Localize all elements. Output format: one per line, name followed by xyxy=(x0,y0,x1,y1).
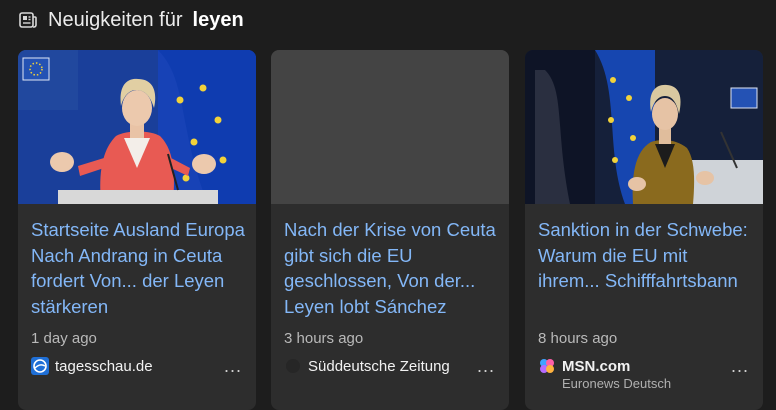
sueddeutsche-logo-icon xyxy=(286,359,300,373)
news-age: 8 hours ago xyxy=(538,330,618,347)
tagesschau-logo-icon xyxy=(31,357,49,375)
news-thumbnail-placeholder[interactable] xyxy=(271,50,509,204)
news-source[interactable]: Süddeutsche Zeitung xyxy=(284,355,450,377)
news-card[interactable]: Nach der Krise von Ceuta gibt sich die E… xyxy=(271,50,509,410)
news-section-header: Neuigkeiten für leyen xyxy=(18,8,244,32)
news-card[interactable]: Startseite Ausland Europa Nach Andrang i… xyxy=(18,50,256,410)
more-options-button[interactable]: ... xyxy=(477,356,495,377)
news-title-link[interactable]: Nach der Krise von Ceuta gibt sich die E… xyxy=(284,217,500,319)
news-thumbnail[interactable] xyxy=(18,50,256,204)
news-card[interactable]: Sanktion in der Schwebe: Warum die EU mi… xyxy=(525,50,763,410)
news-thumbnail[interactable] xyxy=(525,50,763,204)
news-source-publisher: Euronews Deutsch xyxy=(562,376,672,391)
news-title-link[interactable]: Startseite Ausland Europa Nach Andrang i… xyxy=(31,217,247,319)
header-prefix: Neuigkeiten für xyxy=(48,8,183,31)
news-source-name: MSN.com xyxy=(562,357,631,375)
newspaper-icon xyxy=(19,12,37,28)
news-age: 3 hours ago xyxy=(284,330,364,347)
news-source-name: Süddeutsche Zeitung xyxy=(308,357,450,375)
search-term: leyen xyxy=(192,8,244,31)
news-source[interactable]: tagesschau.de xyxy=(31,355,153,377)
news-source[interactable]: MSN.com xyxy=(538,355,630,377)
news-title-link[interactable]: Sanktion in der Schwebe: Warum die EU mi… xyxy=(538,217,754,294)
news-source-name: tagesschau.de xyxy=(55,357,153,375)
more-options-button[interactable]: ... xyxy=(731,356,749,377)
more-options-button[interactable]: ... xyxy=(224,356,242,377)
news-age: 1 day ago xyxy=(31,330,97,347)
msn-logo-icon xyxy=(540,359,554,373)
